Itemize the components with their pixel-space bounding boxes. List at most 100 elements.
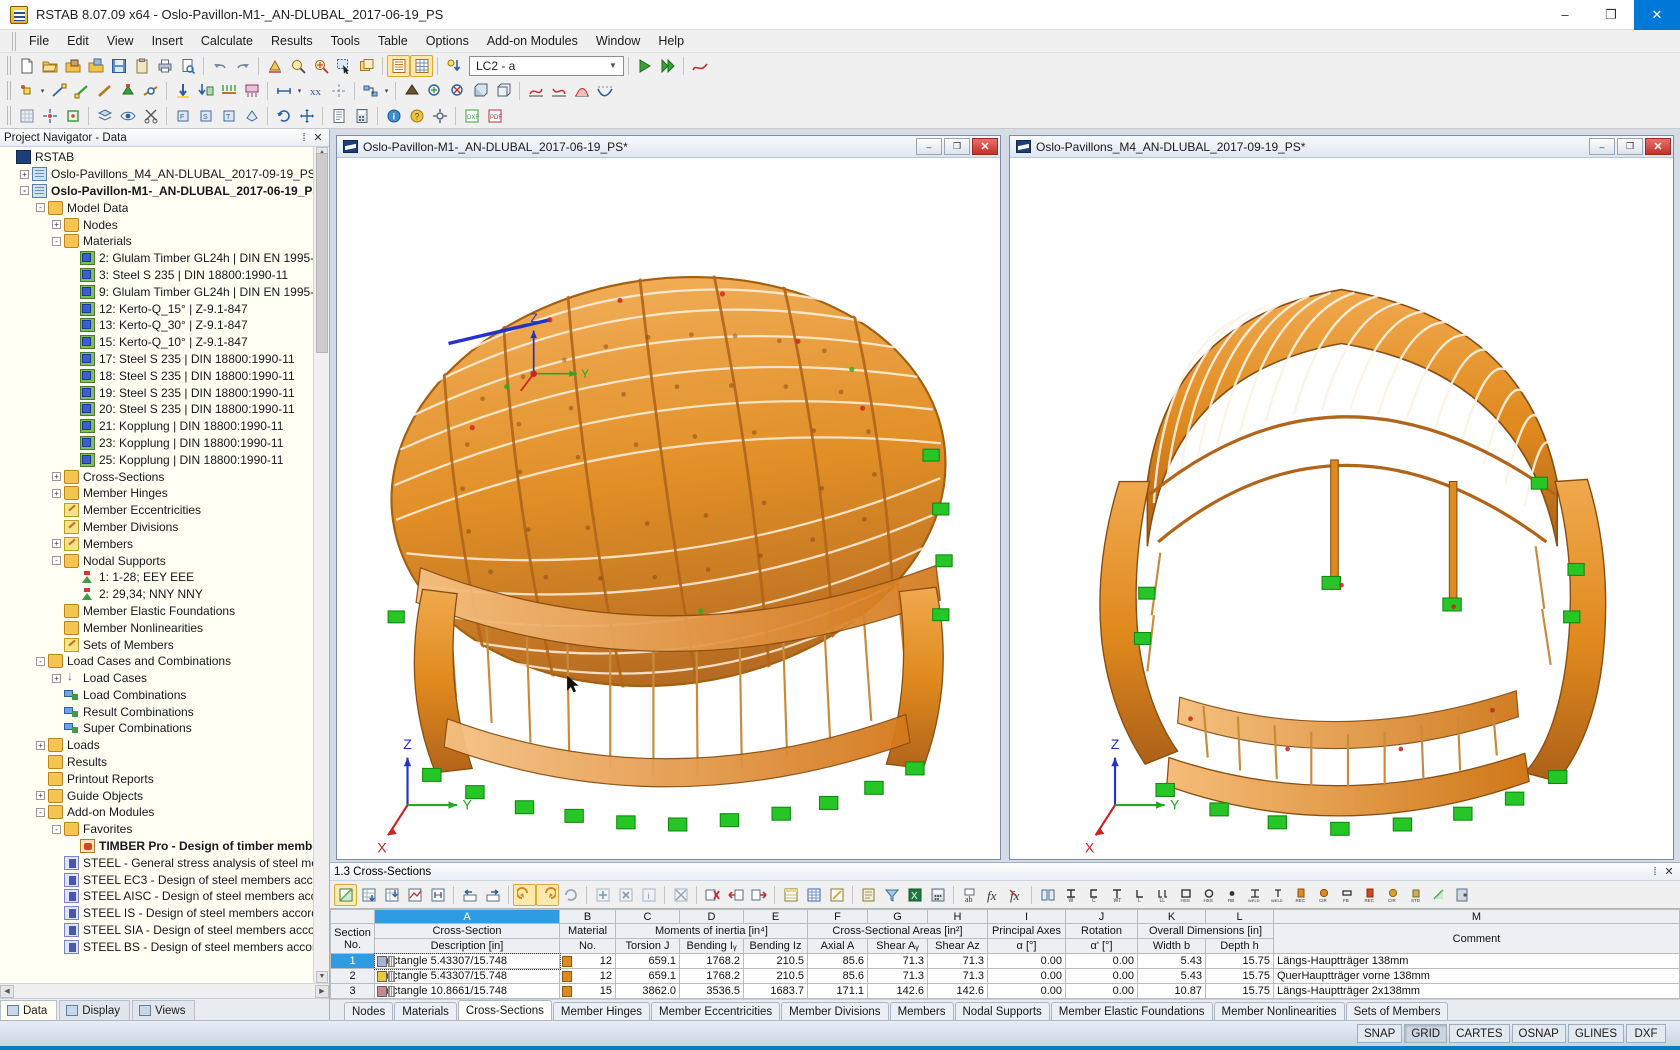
chart-icon[interactable]	[403, 884, 426, 906]
cell-depth-h[interactable]: 15.75	[1206, 954, 1274, 969]
cir-icon[interactable]: CIR	[1312, 884, 1335, 906]
save-package-icon[interactable]	[84, 55, 107, 77]
cell-depth-h[interactable]: 15.75	[1206, 969, 1274, 984]
insert-row-icon[interactable]	[357, 884, 380, 906]
excel-icon[interactable]: X	[903, 884, 926, 906]
sheet-tab-member-nonlinearities[interactable]: Member Nonlinearities	[1214, 1002, 1345, 1020]
copy-window-icon[interactable]	[355, 55, 378, 77]
layer-icon[interactable]	[93, 105, 116, 127]
calc-icon[interactable]	[926, 884, 949, 906]
wt-section-icon[interactable]: WT	[1105, 884, 1128, 906]
formula-clear-icon[interactable]: fx	[1004, 884, 1027, 906]
tree-item[interactable]: STEEL BS - Design of steel members accor…	[0, 938, 329, 955]
tree-item[interactable]: 17: Steel S 235 | DIN 18800:1990-11	[0, 351, 329, 368]
tree-item[interactable]: 13: Kerto-Q_30° | Z-9.1-847	[0, 317, 329, 334]
table-row[interactable]: 1Rectangle 5.43307/15.74812659.11768.221…	[331, 954, 1680, 969]
tree-item[interactable]: -Favorites	[0, 821, 329, 838]
select-icon[interactable]	[332, 55, 355, 77]
visibility-icon[interactable]	[116, 105, 139, 127]
tree-item[interactable]: +Nodes	[0, 216, 329, 233]
cell-depth-h[interactable]: 15.75	[1206, 984, 1274, 999]
tree-item[interactable]: STEEL EC3 - Design of steel members acco…	[0, 871, 329, 888]
cell-alpha[interactable]: 0.00	[988, 954, 1066, 969]
line-icon[interactable]	[47, 80, 70, 102]
model-icon[interactable]	[400, 80, 423, 102]
member-icon[interactable]	[70, 80, 93, 102]
menu-results[interactable]: Results	[262, 31, 322, 51]
grid-icon[interactable]	[15, 105, 38, 127]
window-close-button[interactable]: ✕	[1634, 0, 1680, 30]
table-body[interactable]: 1Rectangle 5.43307/15.74812659.11768.221…	[331, 954, 1680, 999]
column-header-b[interactable]: B	[560, 910, 616, 924]
calc-all-icon[interactable]	[656, 55, 679, 77]
pin-icon[interactable]: ⁞	[297, 132, 311, 144]
nodal-load-icon[interactable]	[194, 80, 217, 102]
load-case-combo[interactable]: LC2 - a ▼	[469, 56, 624, 76]
rb-section-icon[interactable]: RB	[1220, 884, 1243, 906]
navigator-tab-data[interactable]: Data	[0, 1000, 57, 1020]
tree-item[interactable]: 3: Steel S 235 | DIN 18800:1990-11	[0, 267, 329, 284]
cell-width-b[interactable]: 5.43	[1138, 954, 1206, 969]
zoom-icon[interactable]	[286, 55, 309, 77]
model-viewport-m4[interactable]: Z Y X	[1010, 158, 1673, 859]
tree-item[interactable]: Printout Reports	[0, 770, 329, 787]
menu-file[interactable]: File	[20, 31, 58, 51]
render-icon[interactable]	[263, 55, 286, 77]
cell-alpha[interactable]: 0.00	[988, 969, 1066, 984]
mdi-close-button[interactable]: ✕	[1645, 138, 1671, 155]
menu-edit[interactable]: Edit	[58, 31, 98, 51]
sheet-tab-nodal-supports[interactable]: Nodal Supports	[955, 1002, 1050, 1020]
mdi-maximize-button[interactable]: ❐	[1617, 138, 1643, 155]
tree-item[interactable]: 25: Kopplung | DIN 18800:1990-11	[0, 451, 329, 468]
menu-help[interactable]: Help	[649, 31, 693, 51]
settings-icon[interactable]	[428, 105, 451, 127]
insert-col-icon[interactable]	[380, 884, 403, 906]
column-header-k[interactable]: K	[1138, 910, 1206, 924]
snap-icon[interactable]	[38, 105, 61, 127]
cell-alpha-prime[interactable]: 0.00	[1066, 954, 1138, 969]
mdi-close-button[interactable]: ✕	[972, 138, 998, 155]
close-icon[interactable]: ✕	[1662, 865, 1676, 878]
info-icon[interactable]: i	[382, 105, 405, 127]
cut-icon[interactable]	[139, 105, 162, 127]
note-icon[interactable]	[857, 884, 880, 906]
load-icon[interactable]	[171, 80, 194, 102]
cross-sections-grid[interactable]: A B C D E F G H I J K L	[330, 908, 1680, 999]
status-toggle-grid[interactable]: GRID	[1404, 1024, 1447, 1043]
tree-item[interactable]: -Materials	[0, 233, 329, 250]
chevron-down-icon[interactable]: ▾	[38, 81, 47, 101]
dxf-icon[interactable]: DXF	[460, 105, 483, 127]
window-minimize-button[interactable]: –	[1542, 0, 1588, 30]
i-section-icon[interactable]: W	[1059, 884, 1082, 906]
menu-addon-modules[interactable]: Add-on Modules	[478, 31, 587, 51]
cell-shear-ay[interactable]: 142.6	[868, 984, 928, 999]
cell-axial-a[interactable]: 171.1	[808, 984, 868, 999]
node-icon[interactable]	[15, 80, 38, 102]
cell-torsion-j[interactable]: 659.1	[616, 954, 680, 969]
cell-torsion-j[interactable]: 3862.0	[616, 984, 680, 999]
sheet-tab-member-divisions[interactable]: Member Divisions	[781, 1002, 888, 1020]
chevron-down-icon[interactable]: ▾	[295, 81, 304, 101]
table-view-icon[interactable]	[779, 884, 802, 906]
tree-item[interactable]: Member Elastic Foundations	[0, 603, 329, 620]
tree-item[interactable]: TIMBER Pro - Design of timber members	[0, 838, 329, 855]
tree-item[interactable]: Member Eccentricities	[0, 502, 329, 519]
view-side-icon[interactable]: S	[194, 105, 217, 127]
sheet-tab-materials[interactable]: Materials	[394, 1002, 457, 1020]
menu-insert[interactable]: Insert	[143, 31, 192, 51]
rotate-icon[interactable]	[272, 105, 295, 127]
weld-i-icon[interactable]: WELD	[1243, 884, 1266, 906]
window-maximize-button[interactable]: ❐	[1588, 0, 1634, 30]
row-header-section-no[interactable]: 1	[331, 954, 375, 969]
cell-width-b[interactable]: 10.87	[1138, 984, 1206, 999]
refresh-icon[interactable]	[559, 884, 582, 906]
tree-item[interactable]: 9: Glulam Timber GL24h | DIN EN 1995-1-1…	[0, 283, 329, 300]
tree-item[interactable]: Load Combinations	[0, 687, 329, 704]
tree-item[interactable]: Member Nonlinearities	[0, 619, 329, 636]
render-wire-icon[interactable]	[492, 80, 515, 102]
scroll-right-icon[interactable]: ▶	[315, 985, 329, 998]
filter-icon[interactable]	[880, 884, 903, 906]
undo-icon[interactable]	[513, 884, 536, 906]
member-load-icon[interactable]	[217, 80, 240, 102]
cell-description[interactable]: Rectangle 5.43307/15.748	[375, 969, 560, 984]
